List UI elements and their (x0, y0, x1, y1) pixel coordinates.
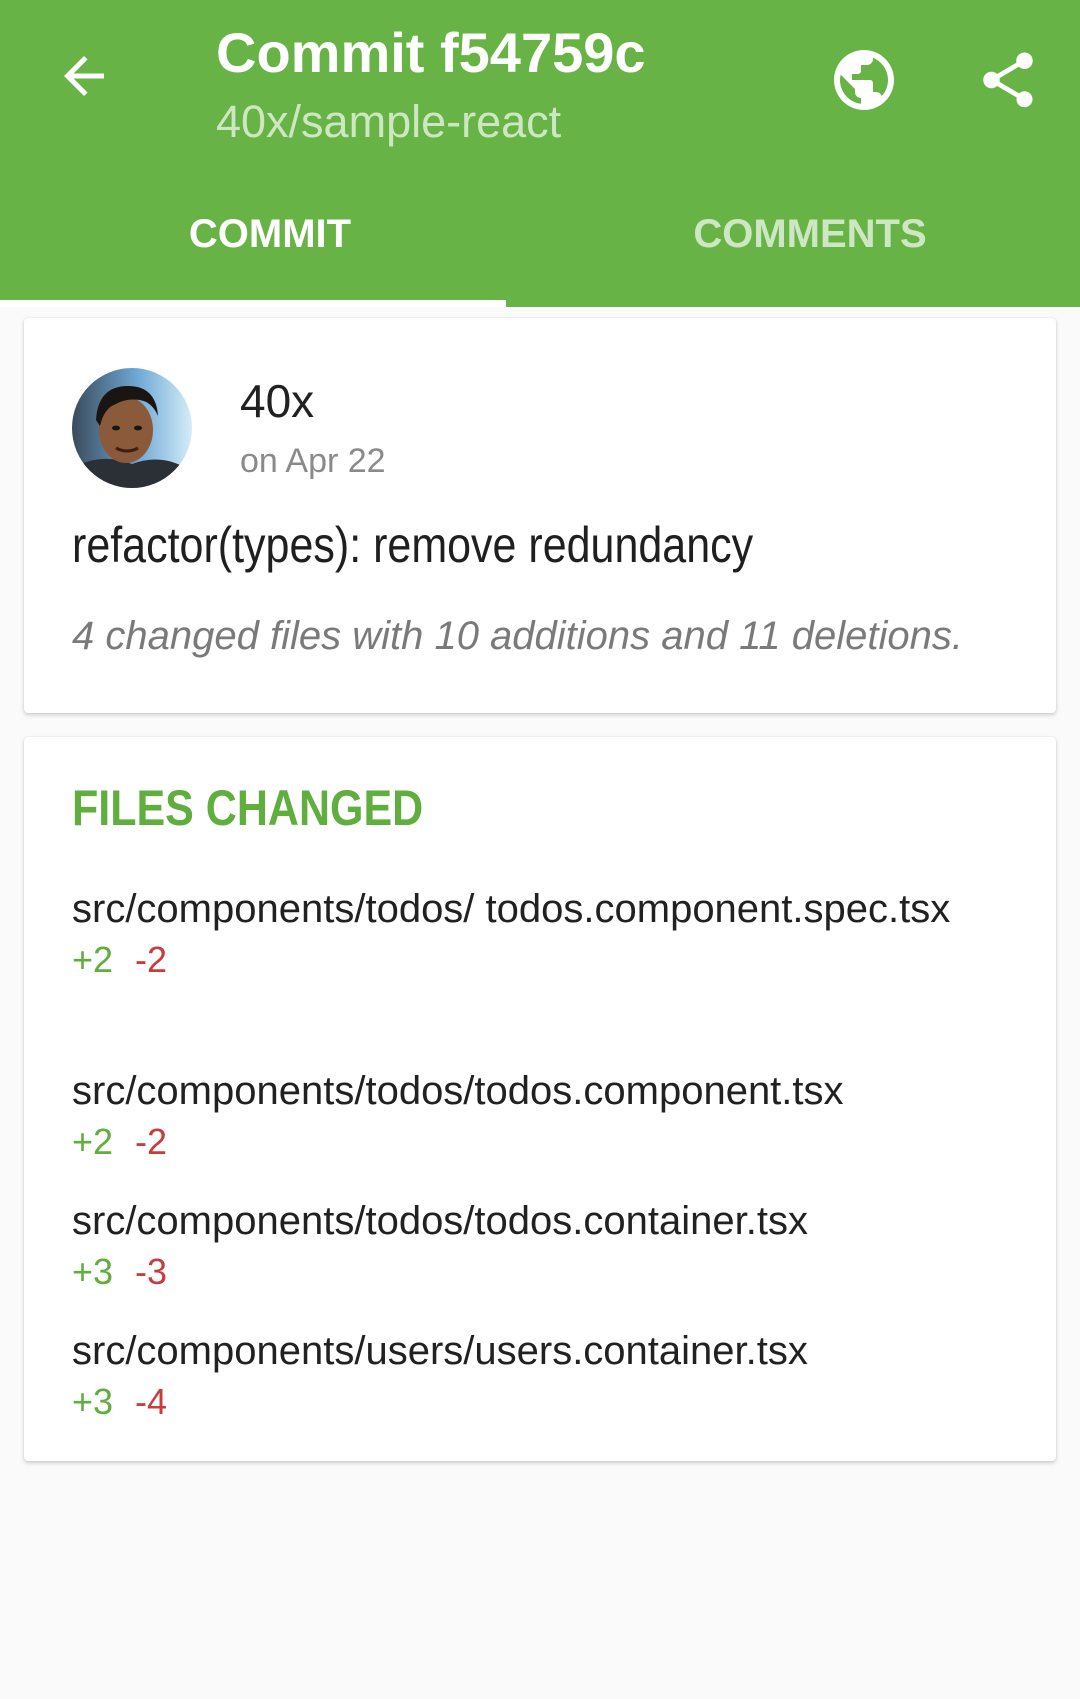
files-changed-card: FILES CHANGED src/components/todos/ todo… (24, 737, 1056, 1461)
file-item[interactable]: src/components/users/users.container.tsx… (72, 1327, 1012, 1424)
tab-commit[interactable]: COMMIT (0, 200, 540, 307)
share-button[interactable] (968, 40, 1048, 120)
active-tab-indicator (0, 300, 506, 307)
share-icon (983, 52, 1033, 108)
commit-info-card: 40x on Apr 22 refactor(types): remove re… (24, 318, 1056, 713)
file-stats: +3 -4 (72, 1380, 1012, 1424)
deletions-count: -2 (135, 1121, 168, 1162)
file-path: src/components/users/users.container.tsx (72, 1329, 808, 1373)
author-name[interactable]: 40x (240, 374, 314, 428)
additions-count: +3 (72, 1381, 114, 1422)
arrow-back-icon (64, 56, 104, 96)
additions-count: +2 (72, 939, 114, 980)
globe-icon (834, 50, 894, 110)
repo-subtitle[interactable]: 40x/sample-react (216, 96, 561, 148)
file-item[interactable]: src/components/todos/todos.component.tsx… (72, 1067, 1012, 1164)
tab-comments[interactable]: COMMENTS (540, 200, 1080, 307)
file-stats: +2 -2 (72, 1120, 1012, 1164)
page-title: Commit f54759c (216, 21, 646, 84)
deletions-count: -2 (135, 939, 168, 980)
open-in-browser-button[interactable] (824, 40, 904, 120)
author-avatar-image (72, 368, 192, 488)
file-path: src/components/todos/todos.container.tsx (72, 1199, 808, 1243)
additions-count: +3 (72, 1251, 114, 1292)
app-bar: Commit f54759c 40x/sample-react COMMIT C… (0, 0, 1080, 307)
file-path: src/components/todos/ todos.component.sp… (72, 887, 951, 931)
deletions-count: -4 (135, 1381, 168, 1422)
commit-message: refactor(types): remove redundancy (72, 517, 754, 573)
commit-date: on Apr 22 (240, 442, 386, 480)
deletions-count: -3 (135, 1251, 168, 1292)
file-stats: +2 -2 (72, 938, 1012, 982)
additions-count: +2 (72, 1121, 114, 1162)
file-path: src/components/todos/todos.component.tsx (72, 1069, 844, 1113)
file-item[interactable]: src/components/todos/ todos.component.sp… (72, 885, 1012, 982)
back-button[interactable] (48, 40, 120, 112)
files-changed-heading: FILES CHANGED (72, 780, 424, 836)
file-stats: +3 -3 (72, 1250, 1012, 1294)
change-summary: 4 changed files with 10 additions and 11… (72, 614, 963, 658)
avatar[interactable] (72, 368, 192, 488)
file-item[interactable]: src/components/todos/todos.container.tsx… (72, 1197, 1012, 1294)
